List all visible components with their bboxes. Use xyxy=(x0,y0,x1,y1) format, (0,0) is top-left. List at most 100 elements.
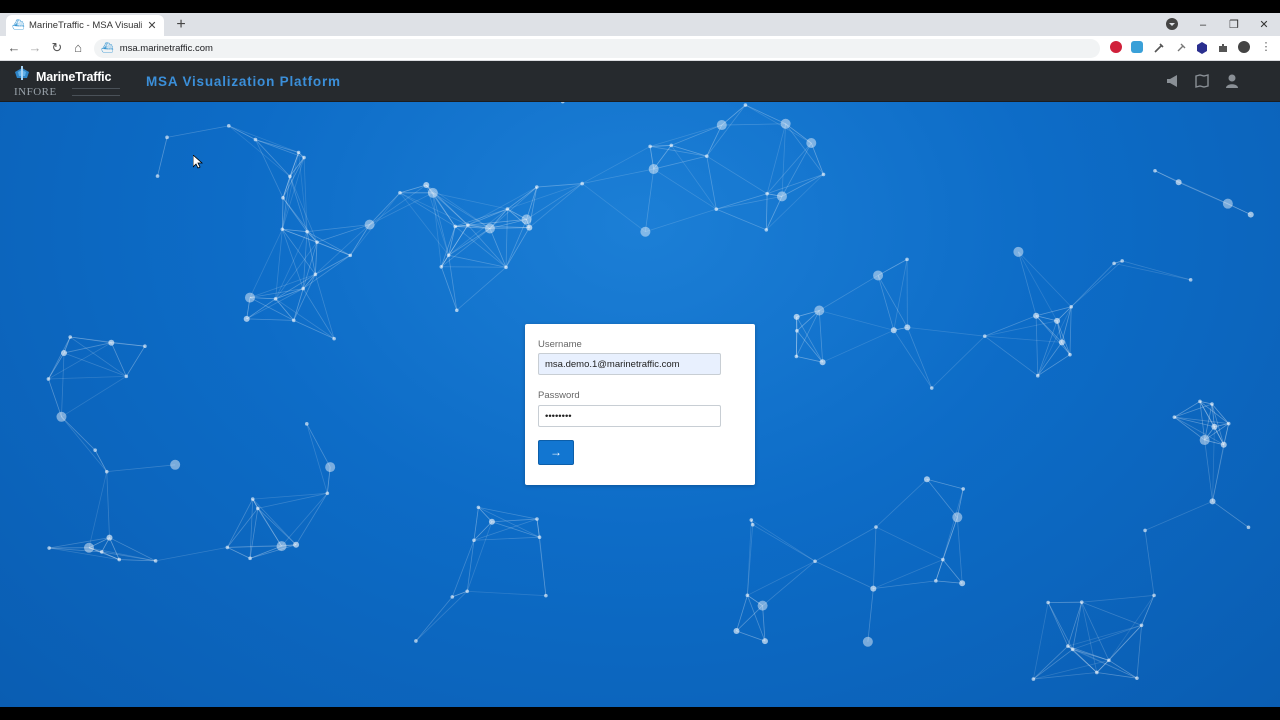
network-node xyxy=(870,585,877,592)
network-node xyxy=(315,240,319,244)
home-button[interactable]: ⌂ xyxy=(70,40,86,56)
minimize-button[interactable]: – xyxy=(1195,17,1211,33)
network-edge xyxy=(227,508,259,548)
network-node xyxy=(1153,168,1157,173)
network-node xyxy=(476,505,481,510)
network-edge xyxy=(415,596,453,642)
network-edge xyxy=(745,104,786,125)
network-edge xyxy=(399,184,427,194)
network-edge xyxy=(306,231,351,256)
hexagon-extension-icon[interactable] xyxy=(1196,41,1208,54)
menu-kebab-icon[interactable]: ⋮ xyxy=(1260,41,1272,53)
map-book-icon[interactable] xyxy=(1194,73,1210,89)
eyedropper-extension-icon[interactable] xyxy=(1153,41,1165,53)
network-node xyxy=(745,593,750,598)
password-label: Password xyxy=(538,390,580,401)
network-edge xyxy=(1072,624,1142,650)
network-node xyxy=(813,559,817,564)
address-bar[interactable]: ⛴ msa.marinetraffic.com xyxy=(94,39,1100,58)
network-edge xyxy=(716,193,768,210)
reload-button[interactable]: ↻ xyxy=(49,40,65,56)
back-button[interactable]: ← xyxy=(6,40,22,56)
network-node xyxy=(904,324,911,331)
network-edge xyxy=(448,224,469,256)
network-edge xyxy=(491,521,540,538)
megaphone-icon[interactable] xyxy=(1165,73,1181,89)
network-edge xyxy=(819,310,894,331)
network-node xyxy=(765,191,769,196)
network-edge xyxy=(369,184,427,225)
network-node xyxy=(862,636,873,647)
network-node xyxy=(454,308,459,313)
tab-title: MarineTraffic - MSA Visualization xyxy=(29,20,142,31)
user-icon[interactable] xyxy=(1224,73,1240,89)
network-edge xyxy=(1081,595,1155,603)
network-edge xyxy=(441,228,491,268)
network-node xyxy=(106,534,113,541)
network-edge xyxy=(1069,306,1072,355)
password-input[interactable] xyxy=(538,405,721,427)
network-node xyxy=(244,292,255,303)
network-edge xyxy=(316,241,351,256)
network-node xyxy=(526,224,533,231)
network-edge xyxy=(1144,530,1155,596)
network-edge xyxy=(48,375,127,380)
network-edge xyxy=(249,229,283,298)
network-node xyxy=(716,120,727,131)
network-node xyxy=(1095,670,1099,675)
network-edge xyxy=(49,537,110,549)
network-edge xyxy=(1033,659,1109,680)
network-edge xyxy=(671,124,722,146)
network-node xyxy=(1068,352,1072,357)
profile-avatar[interactable] xyxy=(1238,41,1250,53)
network-node xyxy=(982,334,987,338)
browser-tab-strip: ⛴ MarineTraffic - MSA Visualization ✕ + … xyxy=(0,13,1280,36)
network-node xyxy=(905,257,909,262)
network-edge xyxy=(1212,501,1249,528)
network-node xyxy=(793,313,800,320)
network-node xyxy=(61,349,68,356)
network-edge xyxy=(126,345,146,377)
adblock-extension-icon[interactable] xyxy=(1110,41,1122,53)
tab-search-icon[interactable] xyxy=(1166,18,1178,30)
tools-extension-icon[interactable] xyxy=(1175,41,1187,53)
network-edge xyxy=(529,183,583,228)
network-edge xyxy=(1067,624,1142,647)
network-edge xyxy=(1108,625,1142,661)
network-node xyxy=(544,593,548,598)
window-extension-icon[interactable] xyxy=(1131,41,1143,53)
network-node xyxy=(749,518,754,522)
network-edge xyxy=(716,196,783,210)
network-node xyxy=(99,550,104,554)
window-close-button[interactable]: ✕ xyxy=(1256,17,1272,33)
restore-button[interactable]: ❐ xyxy=(1226,17,1242,33)
network-node xyxy=(1066,644,1070,648)
network-edge xyxy=(1061,306,1072,343)
network-edge xyxy=(448,255,458,311)
network-edge xyxy=(706,155,768,195)
login-submit-button[interactable]: → xyxy=(538,440,574,465)
network-edge xyxy=(448,254,507,268)
network-edge xyxy=(984,315,1037,337)
network-edge xyxy=(61,352,65,417)
marinetraffic-logo[interactable]: MarineTraffic INFORE xyxy=(12,63,122,99)
network-edge xyxy=(736,630,766,642)
browser-tab[interactable]: ⛴ MarineTraffic - MSA Visualization ✕ xyxy=(6,15,164,36)
network-edge xyxy=(872,527,877,589)
network-edge xyxy=(796,310,820,357)
extensions-puzzle-icon[interactable] xyxy=(1217,41,1229,53)
new-tab-button[interactable]: + xyxy=(172,16,190,34)
network-node xyxy=(714,207,719,211)
network-edge xyxy=(63,342,112,354)
username-input[interactable] xyxy=(538,353,721,375)
network-edge xyxy=(289,176,318,243)
network-node xyxy=(743,103,748,107)
network-edge xyxy=(1037,342,1063,376)
network-node xyxy=(453,224,457,229)
network-edge xyxy=(926,478,958,518)
tab-close-icon[interactable]: ✕ xyxy=(146,19,158,32)
network-edge xyxy=(306,423,331,468)
forward-button[interactable]: → xyxy=(27,40,43,56)
network-node xyxy=(281,196,285,200)
network-edge xyxy=(706,124,723,157)
